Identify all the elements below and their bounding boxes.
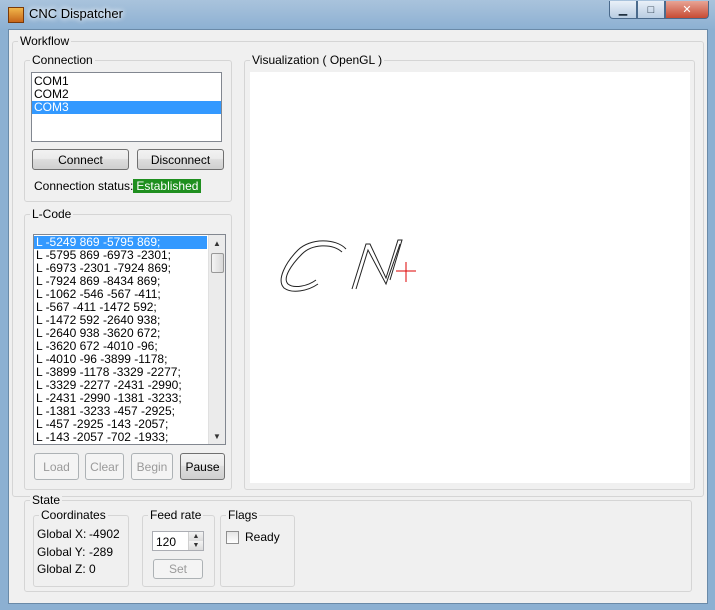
lcode-group: L-Code L -5249 869 -5795 869; L -5795 869…: [24, 207, 232, 490]
global-y-row: Global Y: -289: [37, 545, 113, 559]
connection-status-badge: Established: [133, 179, 202, 193]
scroll-down-icon[interactable]: ▼: [209, 428, 225, 444]
begin-button[interactable]: Begin: [131, 453, 173, 480]
workflow-group: Workflow Connection COM1 COM2 COM3 Connect…: [12, 34, 704, 497]
maximize-icon: □: [647, 3, 655, 16]
connect-button[interactable]: Connect: [32, 149, 129, 170]
state-group: State Coordinates Global X: -4902 Global…: [24, 493, 692, 592]
global-y-value: -289: [89, 545, 114, 559]
coordinates-group: Coordinates Global X: -4902 Global Y: -2…: [33, 508, 129, 587]
pause-button[interactable]: Pause: [180, 453, 225, 480]
lcode-scrollbar[interactable]: ▲ ▼: [208, 235, 225, 444]
global-z-row: Global Z: 0: [37, 562, 96, 576]
ready-checkbox[interactable]: [226, 531, 239, 544]
close-icon: ✕: [682, 4, 692, 16]
toolpath-drawing: [280, 239, 416, 292]
load-button[interactable]: Load: [34, 453, 79, 480]
global-x-row: Global X: -4902: [37, 527, 120, 541]
port-list-item[interactable]: COM3: [32, 101, 221, 114]
feed-rate-group: Feed rate 120 ▲ ▼ Set: [142, 508, 215, 587]
minimize-button[interactable]: ▁: [609, 1, 637, 19]
client-area: Workflow Connection COM1 COM2 COM3 Connect…: [8, 29, 708, 604]
app-icon: [8, 7, 24, 23]
global-x-label: Global X:: [37, 527, 87, 541]
app-window: CNC Dispatcher ▁ □ ✕ Workflow Connection…: [0, 0, 715, 610]
flags-group: Flags Ready: [220, 508, 295, 587]
global-x-value: -4902: [89, 527, 120, 541]
coordinates-group-label: Coordinates: [39, 508, 108, 522]
title-bar[interactable]: CNC Dispatcher ▁ □ ✕: [0, 0, 715, 28]
ready-label: Ready: [245, 530, 280, 544]
clear-button[interactable]: Clear: [85, 453, 124, 480]
feed-rate-stepper[interactable]: 120 ▲ ▼: [152, 531, 204, 551]
feed-rate-group-label: Feed rate: [148, 508, 204, 522]
close-button[interactable]: ✕: [665, 1, 709, 19]
window-title: CNC Dispatcher: [29, 6, 123, 21]
visualization-group: Visualization ( OpenGL ): [244, 53, 695, 490]
opengl-canvas[interactable]: [250, 72, 690, 483]
global-y-label: Global Y:: [37, 545, 86, 559]
tool-position-crosshair: [396, 262, 416, 282]
toolpath-letter-c-inner: [285, 245, 343, 288]
maximize-button[interactable]: □: [637, 1, 665, 19]
port-listbox[interactable]: COM1 COM2 COM3: [31, 72, 222, 142]
global-z-label: Global Z:: [37, 562, 86, 576]
global-z-value: 0: [89, 562, 96, 576]
toolpath-letter-n: [351, 239, 403, 290]
toolpath-letter-n-inner: [355, 243, 401, 290]
flags-group-label: Flags: [226, 508, 260, 522]
caption-buttons: ▁ □ ✕: [609, 1, 709, 19]
visualization-group-label: Visualization ( OpenGL ): [250, 53, 385, 67]
lcode-listbox[interactable]: L -5249 869 -5795 869; L -5795 869 -6973 …: [33, 234, 226, 445]
state-group-label: State: [30, 493, 63, 507]
scroll-up-icon[interactable]: ▲: [209, 235, 225, 251]
connection-status-label: Connection status:: [34, 179, 134, 193]
lcode-group-label: L-Code: [30, 207, 74, 221]
connection-status-row: Connection status: Established: [34, 179, 202, 193]
scroll-thumb[interactable]: [211, 253, 224, 273]
feed-rate-value: 120: [156, 535, 177, 549]
connection-group-label: Connection: [30, 53, 95, 67]
lcode-list-item[interactable]: L -143 -2057 -702 -1933;: [34, 431, 207, 444]
minimize-icon: ▁: [618, 4, 628, 16]
connection-group: Connection COM1 COM2 COM3 Connect Disconne…: [24, 53, 232, 202]
disconnect-button[interactable]: Disconnect: [137, 149, 224, 170]
increment-icon[interactable]: ▲: [188, 532, 203, 541]
workflow-group-label: Workflow: [18, 34, 72, 48]
decrement-icon[interactable]: ▼: [188, 541, 203, 550]
set-feed-rate-button[interactable]: Set: [153, 559, 203, 579]
